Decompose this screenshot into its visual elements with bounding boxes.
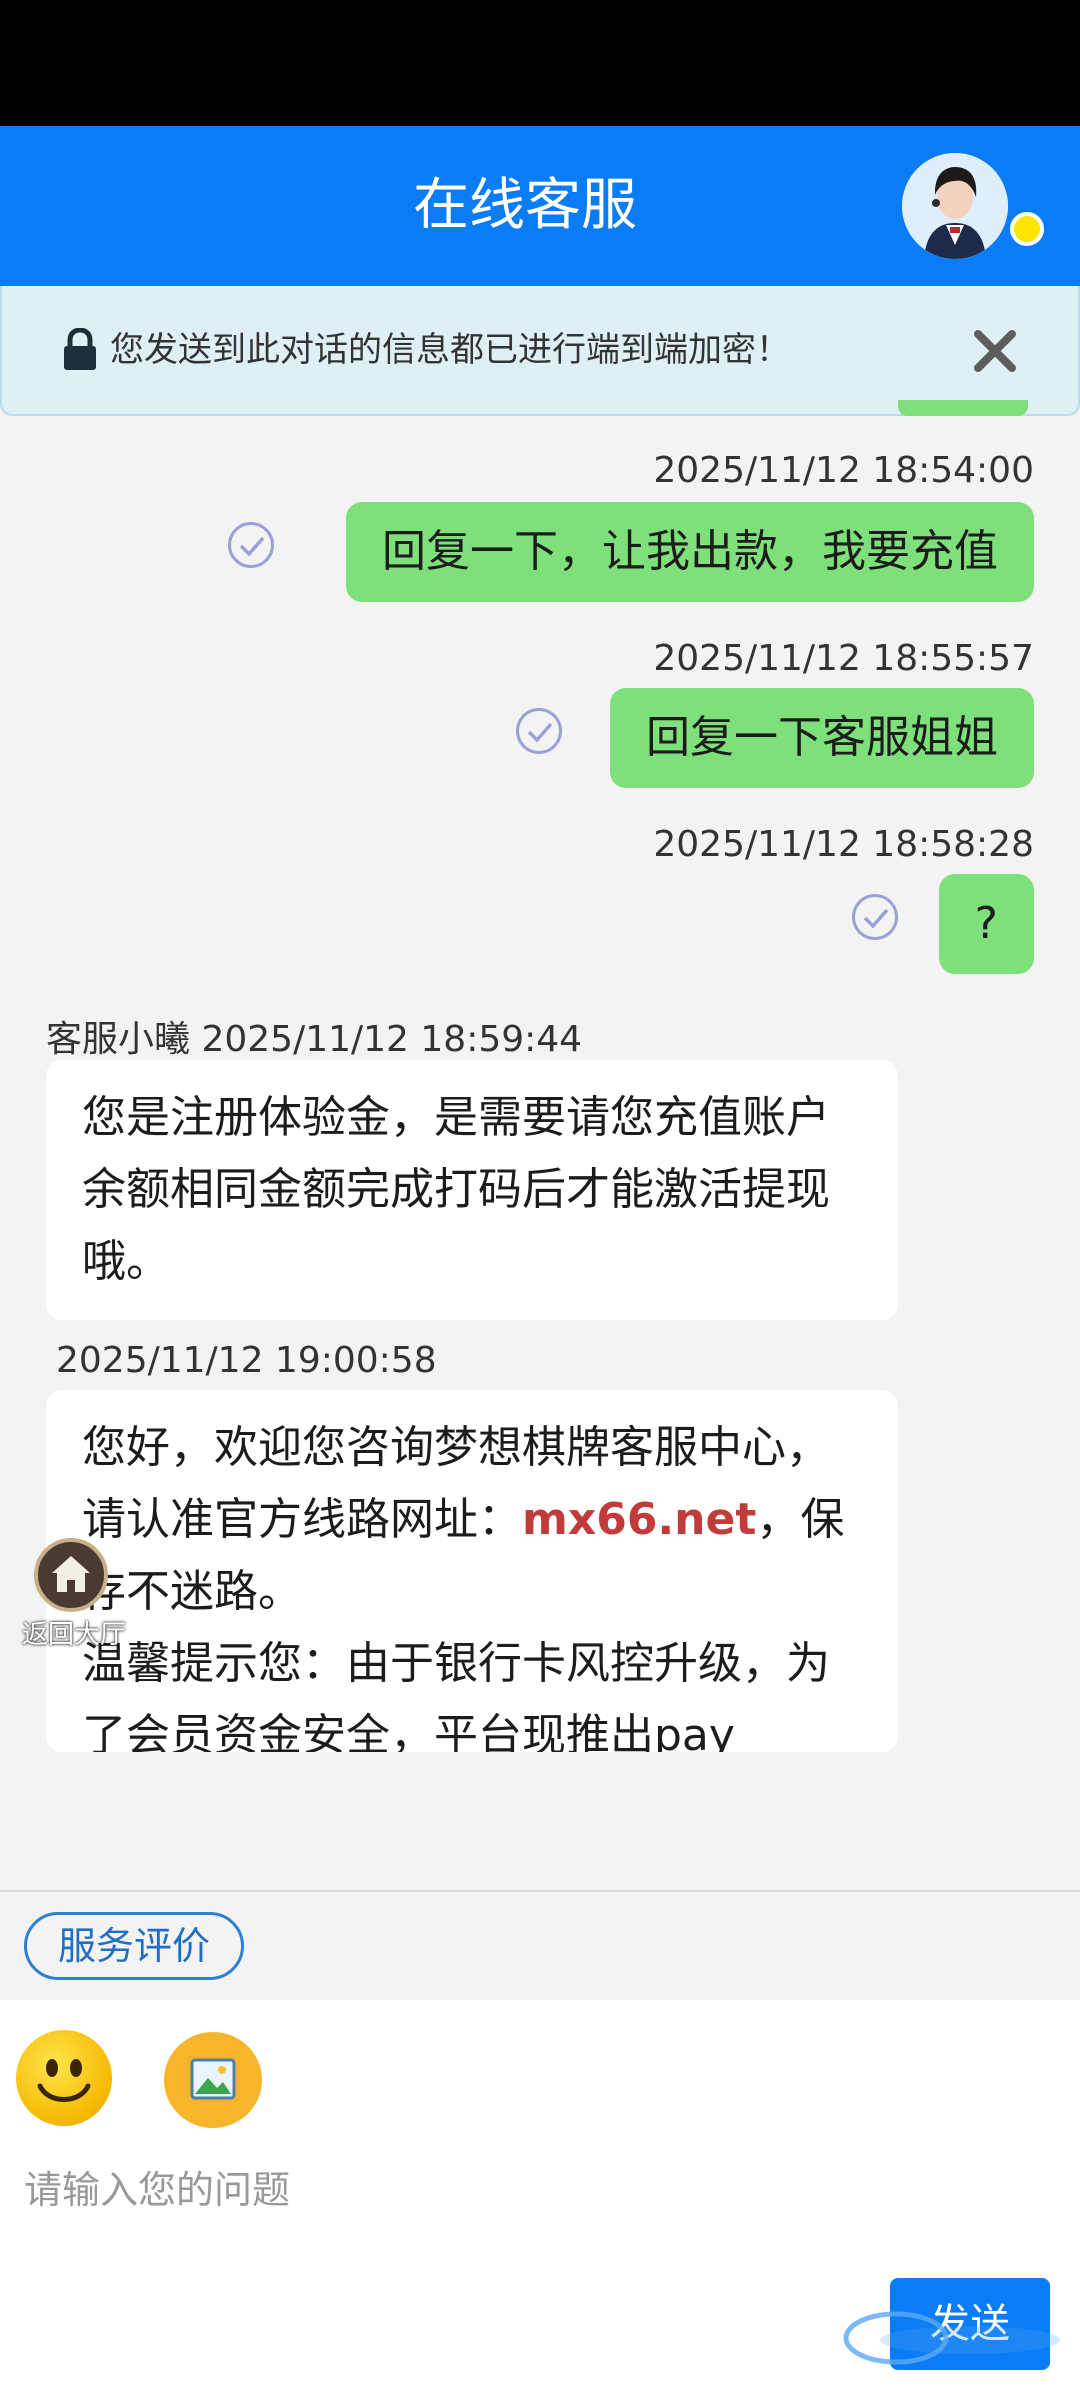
message-timestamp: 2025/11/12 18:55:57 [653, 638, 1034, 679]
message-text: 温馨提示您：由于银行卡风控升级，为了会员资金安全，平台现推出pay [82, 1638, 830, 1752]
chat-message-list[interactable]: 2025/11/12 18:54:00 回复一下，让我出款，我要充值 2025/… [0, 416, 1080, 1752]
input-panel: 发送 [0, 2000, 1080, 2400]
incoming-message: 您是注册体验金，是需要请您充值账户余额相同金额完成打码后才能激活提现哦。 [46, 1060, 898, 1320]
previous-message-bubble [898, 400, 1028, 416]
outgoing-message: 回复一下客服姐姐 [610, 688, 1034, 788]
website-link[interactable]: mx66.net [522, 1494, 756, 1545]
home-button[interactable] [34, 1538, 108, 1612]
page-title: 在线客服 [413, 173, 637, 238]
incoming-message: 您好，欢迎您咨询梦想棋牌客服中心，请认准官方线路网址：mx66.net，保存不迷… [46, 1390, 898, 1752]
watermark-logo [843, 2311, 1060, 2365]
read-check-icon [228, 522, 274, 568]
sender-name: 客服小曦 [46, 1019, 191, 1060]
message-input[interactable] [24, 2150, 1054, 2230]
outgoing-message: ? [938, 874, 1034, 974]
agent-avatar[interactable] [902, 153, 1008, 259]
home-button-label[interactable]: 返回大厅 [22, 1614, 126, 1651]
incoming-message-header: 客服小曦 2025/11/12 18:59:44 [46, 1010, 582, 1062]
message-timestamp: 2025/11/12 18:59:44 [201, 1019, 583, 1060]
divider [0, 1890, 1080, 1892]
encryption-notice: 您发送到此对话的信息都已进行端到端加密！ [0, 286, 1080, 416]
encryption-notice-text: 您发送到此对话的信息都已进行端到端加密！ [110, 330, 790, 370]
online-status-dot [1010, 212, 1044, 246]
read-check-icon [516, 708, 562, 754]
message-timestamp: 2025/11/12 19:00:58 [56, 1340, 437, 1381]
chat-header: 在线客服 [0, 126, 1080, 286]
status-bar [0, 0, 1080, 126]
service-rating-button[interactable]: 服务评价 [24, 1912, 244, 1980]
home-icon [52, 1556, 90, 1592]
close-icon[interactable] [968, 320, 1022, 380]
image-upload-icon[interactable] [164, 2032, 262, 2128]
emoji-icon[interactable] [16, 2030, 112, 2126]
lock-icon [62, 327, 98, 372]
outgoing-message: 回复一下，让我出款，我要充值 [346, 502, 1034, 602]
read-check-icon [852, 894, 898, 940]
message-timestamp: 2025/11/12 18:58:28 [653, 824, 1034, 865]
message-timestamp: 2025/11/12 18:54:00 [653, 450, 1034, 491]
